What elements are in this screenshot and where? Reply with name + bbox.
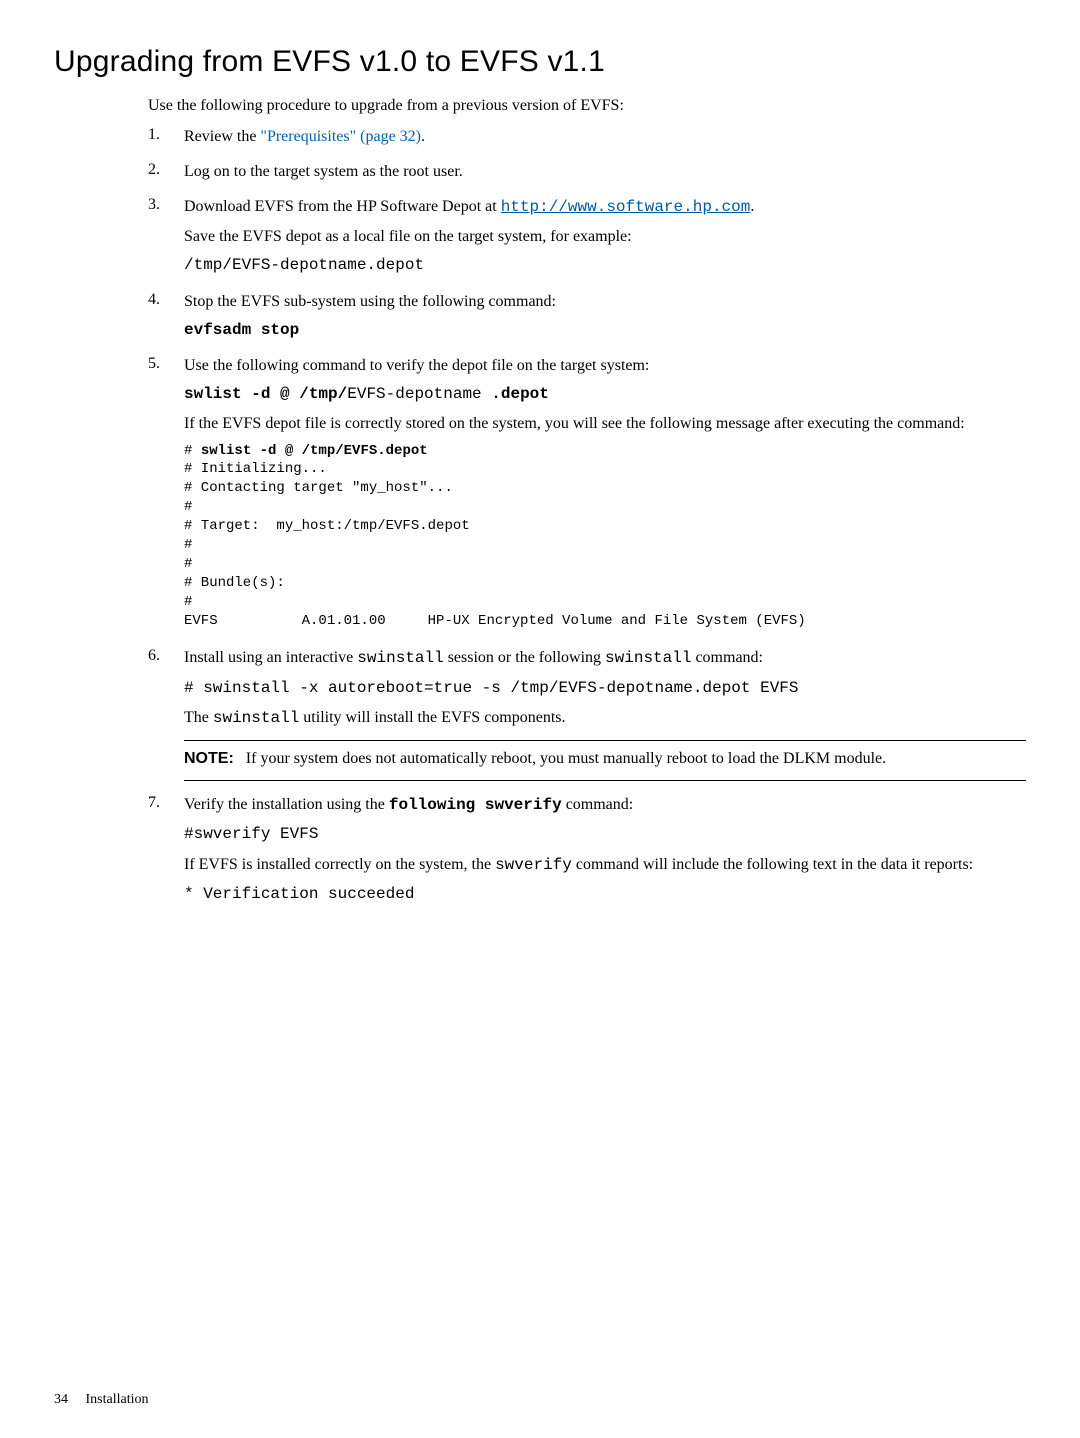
page-footer: 34 Installation bbox=[54, 1390, 149, 1410]
filepath: /tmp/EVFS-depotname.depot bbox=[184, 254, 1026, 277]
list-item: 3. Download EVFS from the HP Software De… bbox=[148, 193, 1026, 284]
output-text: * Verification succeeded bbox=[184, 883, 1026, 906]
note-box: NOTE: If your system does not automatica… bbox=[184, 747, 1026, 770]
text: Install using an interactive swinstall s… bbox=[184, 646, 1026, 670]
page-number: 34 bbox=[54, 1392, 68, 1407]
note-text: If your system does not automatically re… bbox=[246, 750, 886, 767]
text: Review the bbox=[184, 128, 260, 145]
list-item: 7. Verify the installation using the fol… bbox=[148, 791, 1026, 912]
text: If the EVFS depot file is correctly stor… bbox=[184, 412, 1026, 435]
list-item: 4. Stop the EVFS sub-system using the fo… bbox=[148, 288, 1026, 348]
command: # swinstall -x autoreboot=true -s /tmp/E… bbox=[184, 677, 1026, 700]
command: swlist -d @ /tmp/EVFS-depotname .depot bbox=[184, 383, 1026, 406]
software-depot-link[interactable]: http://www.software.hp.com bbox=[501, 198, 751, 216]
divider bbox=[184, 780, 1026, 781]
text: Stop the EVFS sub-system using the follo… bbox=[184, 290, 1026, 313]
step-list: 1. Review the "Prerequisites" (page 32).… bbox=[148, 123, 1026, 912]
text: If EVFS is installed correctly on the sy… bbox=[184, 853, 1026, 877]
text: . bbox=[750, 198, 754, 215]
text: . bbox=[421, 128, 425, 145]
note-label: NOTE: bbox=[184, 750, 234, 767]
list-item: 1. Review the "Prerequisites" (page 32). bbox=[148, 123, 1026, 154]
step-number: 3. bbox=[148, 193, 184, 284]
list-item: 6. Install using an interactive swinstal… bbox=[148, 644, 1026, 787]
list-item: 2. Log on to the target system as the ro… bbox=[148, 158, 1026, 189]
text: Verify the installation using the follow… bbox=[184, 793, 1026, 817]
step-number: 6. bbox=[148, 644, 184, 787]
step-number: 1. bbox=[148, 123, 184, 154]
command: #swverify EVFS bbox=[184, 823, 1026, 846]
step-number: 7. bbox=[148, 791, 184, 912]
text: The swinstall utility will install the E… bbox=[184, 706, 1026, 730]
page-title: Upgrading from EVFS v1.0 to EVFS v1.1 bbox=[54, 40, 1026, 84]
intro-text: Use the following procedure to upgrade f… bbox=[148, 94, 1026, 117]
command: evfsadm stop bbox=[184, 319, 1026, 342]
prerequisites-link[interactable]: "Prerequisites" (page 32) bbox=[260, 128, 421, 145]
text: Download EVFS from the HP Software Depot… bbox=[184, 198, 501, 215]
text: Save the EVFS depot as a local file on t… bbox=[184, 225, 1026, 248]
code-block: # swlist -d @ /tmp/EVFS.depot # Initiali… bbox=[184, 442, 1026, 631]
step-number: 2. bbox=[148, 158, 184, 189]
content-block: Use the following procedure to upgrade f… bbox=[148, 94, 1026, 912]
text: Use the following command to verify the … bbox=[184, 354, 1026, 377]
section-label: Installation bbox=[86, 1392, 149, 1407]
text: Log on to the target system as the root … bbox=[184, 160, 1026, 183]
list-item: 5. Use the following command to verify t… bbox=[148, 352, 1026, 640]
step-number: 4. bbox=[148, 288, 184, 348]
divider bbox=[184, 740, 1026, 741]
step-number: 5. bbox=[148, 352, 184, 640]
